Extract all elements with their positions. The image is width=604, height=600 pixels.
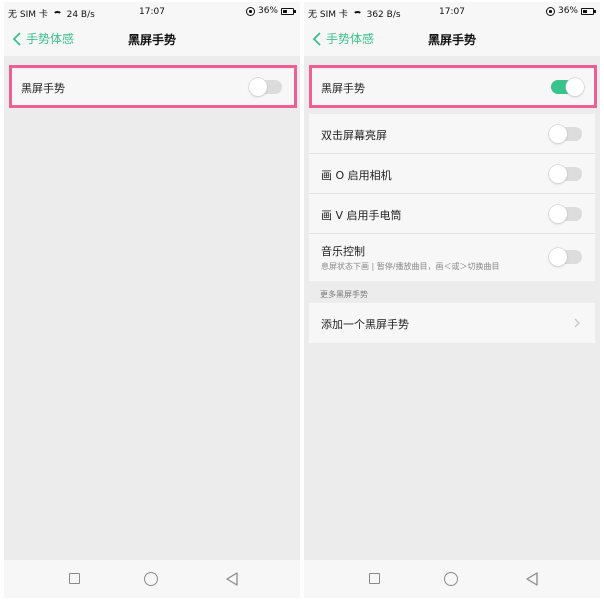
draw-o-camera-switch[interactable] [549,165,582,183]
battery-icon [281,7,296,15]
gesture-label: 画 V 启用手电筒 [321,209,402,222]
recent-apps-icon[interactable] [69,573,80,584]
double-tap-wake-switch[interactable] [549,125,582,143]
switch-knob [549,125,567,143]
draw-v-flashlight-switch[interactable] [549,205,582,223]
page-title: 黑屏手势 [127,33,176,47]
page-title: 黑屏手势 [427,33,476,47]
nav-back-icon[interactable] [225,572,239,586]
black-screen-gesture-switch[interactable] [249,78,282,96]
switch-knob [549,165,567,183]
bottom-navigation [4,560,300,598]
switch-knob [549,205,567,223]
main-toggle-row[interactable]: 黑屏手势 [9,69,295,105]
gesture-row-music-control[interactable]: 音乐控制 息屏状态下画 | 暂停/播放曲目，画＜或＞切换曲目 [309,234,595,281]
rotation-lock-icon [245,6,255,16]
status-right: 36% [245,6,296,16]
main-toggle-label: 黑屏手势 [21,82,65,95]
battery-percent: 36% [257,6,278,16]
battery-level-fill [283,9,287,13]
left-screen: 无 SIM 卡 24 B/s 17:07 36% 手势体感 黑屏手势 黑屏手势 [4,2,300,598]
home-icon[interactable] [144,572,158,586]
status-right: 36% [545,6,596,16]
switch-knob [249,78,267,96]
gesture-description: 息屏状态下画 | 暂停/播放曲目，画＜或＞切换曲目 [321,262,500,271]
gesture-row-draw-v[interactable]: 画 V 启用手电筒 [309,194,595,234]
switch-knob [566,78,584,96]
gesture-row-double-tap[interactable]: 双击屏幕亮屏 [309,114,595,154]
status-bar: 无 SIM 卡 362 B/s 17:07 36% [304,2,600,22]
right-screen: 无 SIM 卡 362 B/s 17:07 36% 手势体感 黑屏手势 黑屏手势… [304,2,600,598]
gesture-label: 音乐控制 [321,245,365,258]
status-bar: 无 SIM 卡 24 B/s 17:07 36% [4,2,300,22]
section-header-more-gestures: 更多黑屏手势 [320,290,368,299]
gesture-list: 双击屏幕亮屏 画 O 启用相机 画 V 启用手电筒 音乐控制 息屏状态下画 | … [309,114,595,281]
music-control-switch[interactable] [549,248,582,266]
main-toggle-label: 黑屏手势 [321,82,365,95]
nav-back-icon[interactable] [525,572,539,586]
switch-knob [549,248,567,266]
chevron-right-icon [574,318,580,328]
gesture-label: 画 O 启用相机 [321,169,392,182]
battery-icon [581,7,596,15]
battery-percent: 36% [557,6,578,16]
home-icon[interactable] [444,572,458,586]
black-screen-gesture-switch[interactable] [551,78,584,96]
main-toggle-row[interactable]: 黑屏手势 [309,69,595,105]
rotation-lock-icon [545,6,555,16]
battery-level-fill [583,9,587,13]
gesture-label: 双击屏幕亮屏 [321,129,387,142]
bottom-navigation [304,560,600,598]
title-bar: 手势体感 黑屏手势 [4,22,300,56]
add-gesture-row[interactable]: 添加一个黑屏手势 [309,303,595,343]
title-bar: 手势体感 黑屏手势 [304,22,600,56]
recent-apps-icon[interactable] [369,573,380,584]
gesture-row-draw-o[interactable]: 画 O 启用相机 [309,154,595,194]
add-gesture-label: 添加一个黑屏手势 [321,318,409,331]
